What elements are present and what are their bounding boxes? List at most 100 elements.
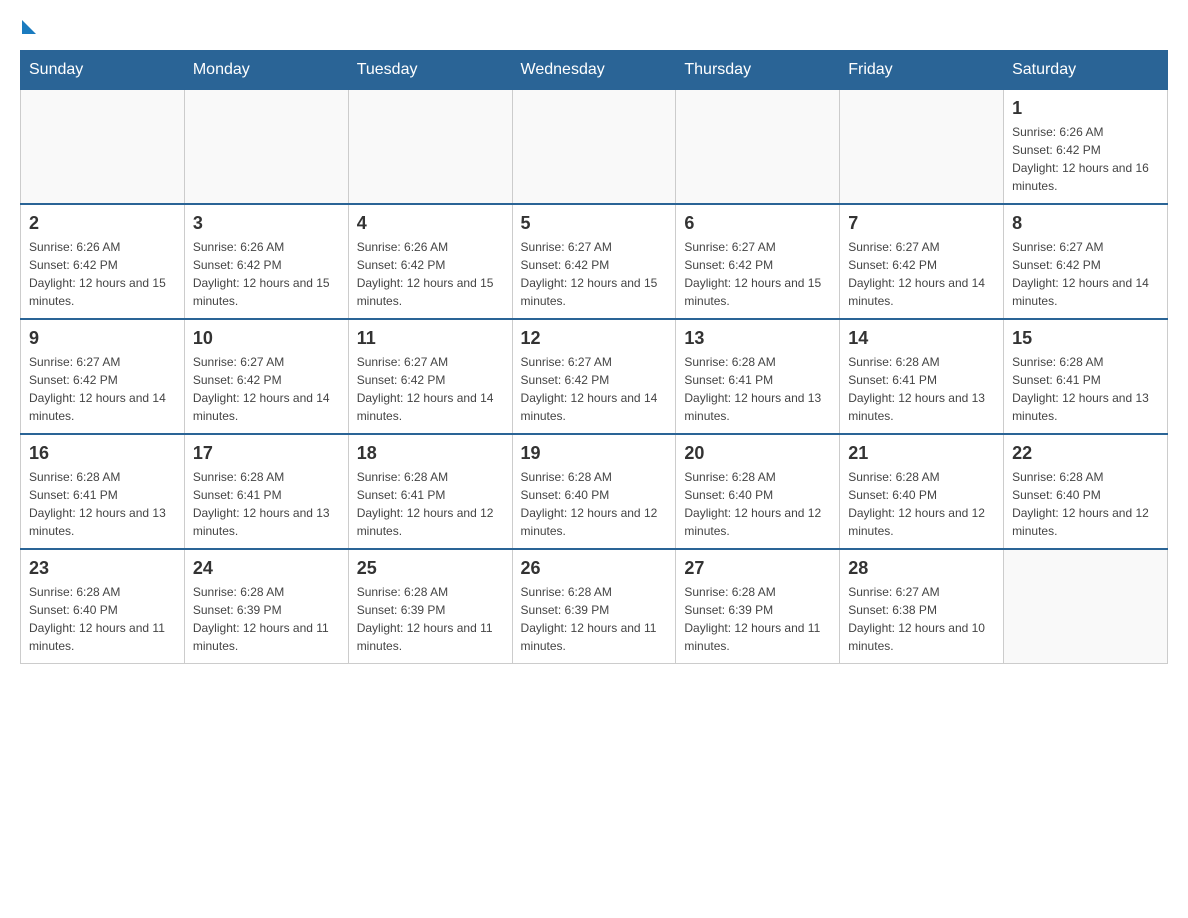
day-info: Sunrise: 6:28 AM Sunset: 6:41 PM Dayligh…: [29, 468, 176, 540]
day-info: Sunrise: 6:28 AM Sunset: 6:40 PM Dayligh…: [848, 468, 995, 540]
calendar-cell: 27 Sunrise: 6:28 AM Sunset: 6:39 PM Dayli…: [676, 549, 840, 664]
day-info: Sunrise: 6:28 AM Sunset: 6:40 PM Dayligh…: [1012, 468, 1159, 540]
day-info: Sunrise: 6:27 AM Sunset: 6:42 PM Dayligh…: [193, 353, 340, 425]
calendar-cell: 23 Sunrise: 6:28 AM Sunset: 6:40 PM Dayli…: [21, 549, 185, 664]
day-info: Sunrise: 6:27 AM Sunset: 6:42 PM Dayligh…: [357, 353, 504, 425]
day-info: Sunrise: 6:27 AM Sunset: 6:42 PM Dayligh…: [521, 238, 668, 310]
day-number: 10: [193, 328, 340, 349]
calendar-cell: 6 Sunrise: 6:27 AM Sunset: 6:42 PM Daylig…: [676, 204, 840, 319]
day-number: 11: [357, 328, 504, 349]
calendar-cell: 25 Sunrise: 6:28 AM Sunset: 6:39 PM Dayli…: [348, 549, 512, 664]
calendar-cell: 16 Sunrise: 6:28 AM Sunset: 6:41 PM Dayli…: [21, 434, 185, 549]
day-number: 28: [848, 558, 995, 579]
calendar-cell: 26Sunrise: 6:28 AM Sunset: 6:39 PM Dayli…: [512, 549, 676, 664]
day-of-week-header: Tuesday: [348, 51, 512, 90]
calendar-cell: 5 Sunrise: 6:27 AM Sunset: 6:42 PM Daylig…: [512, 204, 676, 319]
day-number: 16: [29, 443, 176, 464]
calendar-cell: 15 Sunrise: 6:28 AM Sunset: 6:41 PM Dayli…: [1004, 319, 1168, 434]
day-number: 13: [684, 328, 831, 349]
calendar-table: SundayMondayTuesdayWednesdayThursdayFrid…: [20, 50, 1168, 664]
day-number: 9: [29, 328, 176, 349]
calendar-week-row: 9 Sunrise: 6:27 AM Sunset: 6:42 PM Daylig…: [21, 319, 1168, 434]
calendar-cell: [348, 90, 512, 205]
day-number: 4: [357, 213, 504, 234]
day-number: 18: [357, 443, 504, 464]
calendar-cell: 8Sunrise: 6:27 AM Sunset: 6:42 PM Daylig…: [1004, 204, 1168, 319]
calendar-cell: [512, 90, 676, 205]
day-of-week-header: Thursday: [676, 51, 840, 90]
calendar-cell: [840, 90, 1004, 205]
day-number: 5: [521, 213, 668, 234]
day-number: 21: [848, 443, 995, 464]
day-number: 14: [848, 328, 995, 349]
day-number: 24: [193, 558, 340, 579]
day-number: 26: [521, 558, 668, 579]
day-info: Sunrise: 6:28 AM Sunset: 6:40 PM Dayligh…: [684, 468, 831, 540]
logo-arrow-icon: [22, 20, 36, 34]
day-number: 25: [357, 558, 504, 579]
calendar-cell: 24 Sunrise: 6:28 AM Sunset: 6:39 PM Dayli…: [184, 549, 348, 664]
day-number: 2: [29, 213, 176, 234]
day-of-week-header: Wednesday: [512, 51, 676, 90]
day-number: 20: [684, 443, 831, 464]
day-number: 6: [684, 213, 831, 234]
calendar-cell: 1 Sunrise: 6:26 AM Sunset: 6:42 PM Daylig…: [1004, 90, 1168, 205]
day-info: Sunrise: 6:27 AM Sunset: 6:42 PM Dayligh…: [684, 238, 831, 310]
day-number: 27: [684, 558, 831, 579]
day-number: 3: [193, 213, 340, 234]
day-info: Sunrise: 6:26 AM Sunset: 6:42 PM Dayligh…: [1012, 123, 1159, 195]
calendar-cell: [1004, 549, 1168, 664]
day-of-week-header: Saturday: [1004, 51, 1168, 90]
calendar-cell: [21, 90, 185, 205]
calendar-week-row: 16 Sunrise: 6:28 AM Sunset: 6:41 PM Dayli…: [21, 434, 1168, 549]
day-of-week-header: Friday: [840, 51, 1004, 90]
day-info: Sunrise: 6:28 AM Sunset: 6:40 PM Dayligh…: [521, 468, 668, 540]
day-info: Sunrise: 6:28 AM Sunset: 6:39 PM Dayligh…: [684, 583, 831, 655]
calendar-cell: 3 Sunrise: 6:26 AM Sunset: 6:42 PM Daylig…: [184, 204, 348, 319]
day-info: Sunrise: 6:26 AM Sunset: 6:42 PM Dayligh…: [193, 238, 340, 310]
day-info: Sunrise: 6:28 AM Sunset: 6:39 PM Dayligh…: [193, 583, 340, 655]
calendar-week-row: 2 Sunrise: 6:26 AM Sunset: 6:42 PM Daylig…: [21, 204, 1168, 319]
calendar-week-row: 23 Sunrise: 6:28 AM Sunset: 6:40 PM Dayli…: [21, 549, 1168, 664]
calendar-cell: 18 Sunrise: 6:28 AM Sunset: 6:41 PM Dayli…: [348, 434, 512, 549]
day-info: Sunrise: 6:28 AM Sunset: 6:41 PM Dayligh…: [848, 353, 995, 425]
calendar-cell: 12Sunrise: 6:27 AM Sunset: 6:42 PM Dayli…: [512, 319, 676, 434]
day-info: Sunrise: 6:28 AM Sunset: 6:41 PM Dayligh…: [193, 468, 340, 540]
calendar-cell: 21 Sunrise: 6:28 AM Sunset: 6:40 PM Dayli…: [840, 434, 1004, 549]
day-of-week-header: Monday: [184, 51, 348, 90]
day-number: 12: [521, 328, 668, 349]
day-number: 23: [29, 558, 176, 579]
calendar-cell: 9Sunrise: 6:27 AM Sunset: 6:42 PM Daylig…: [21, 319, 185, 434]
calendar-cell: 4 Sunrise: 6:26 AM Sunset: 6:42 PM Daylig…: [348, 204, 512, 319]
day-of-week-header: Sunday: [21, 51, 185, 90]
calendar-week-row: 1 Sunrise: 6:26 AM Sunset: 6:42 PM Daylig…: [21, 90, 1168, 205]
calendar-header-row: SundayMondayTuesdayWednesdayThursdayFrid…: [21, 51, 1168, 90]
calendar-cell: 7 Sunrise: 6:27 AM Sunset: 6:42 PM Daylig…: [840, 204, 1004, 319]
day-number: 17: [193, 443, 340, 464]
day-info: Sunrise: 6:27 AM Sunset: 6:38 PM Dayligh…: [848, 583, 995, 655]
day-number: 7: [848, 213, 995, 234]
day-number: 19: [521, 443, 668, 464]
day-info: Sunrise: 6:28 AM Sunset: 6:40 PM Dayligh…: [29, 583, 176, 655]
calendar-cell: 11 Sunrise: 6:27 AM Sunset: 6:42 PM Dayli…: [348, 319, 512, 434]
calendar-cell: [676, 90, 840, 205]
calendar-cell: 20 Sunrise: 6:28 AM Sunset: 6:40 PM Dayli…: [676, 434, 840, 549]
calendar-cell: 28 Sunrise: 6:27 AM Sunset: 6:38 PM Dayli…: [840, 549, 1004, 664]
day-info: Sunrise: 6:26 AM Sunset: 6:42 PM Dayligh…: [29, 238, 176, 310]
day-number: 15: [1012, 328, 1159, 349]
day-info: Sunrise: 6:28 AM Sunset: 6:41 PM Dayligh…: [357, 468, 504, 540]
day-info: Sunrise: 6:26 AM Sunset: 6:42 PM Dayligh…: [357, 238, 504, 310]
day-info: Sunrise: 6:28 AM Sunset: 6:39 PM Dayligh…: [357, 583, 504, 655]
calendar-cell: 13Sunrise: 6:28 AM Sunset: 6:41 PM Dayli…: [676, 319, 840, 434]
day-number: 1: [1012, 98, 1159, 119]
day-number: 8: [1012, 213, 1159, 234]
calendar-cell: 17 Sunrise: 6:28 AM Sunset: 6:41 PM Dayli…: [184, 434, 348, 549]
day-number: 22: [1012, 443, 1159, 464]
calendar-cell: 10 Sunrise: 6:27 AM Sunset: 6:42 PM Dayli…: [184, 319, 348, 434]
calendar-cell: 22 Sunrise: 6:28 AM Sunset: 6:40 PM Dayli…: [1004, 434, 1168, 549]
page-header: [20, 20, 1168, 30]
day-info: Sunrise: 6:27 AM Sunset: 6:42 PM Dayligh…: [848, 238, 995, 310]
calendar-cell: 19 Sunrise: 6:28 AM Sunset: 6:40 PM Dayli…: [512, 434, 676, 549]
calendar-cell: [184, 90, 348, 205]
day-info: Sunrise: 6:28 AM Sunset: 6:41 PM Dayligh…: [1012, 353, 1159, 425]
